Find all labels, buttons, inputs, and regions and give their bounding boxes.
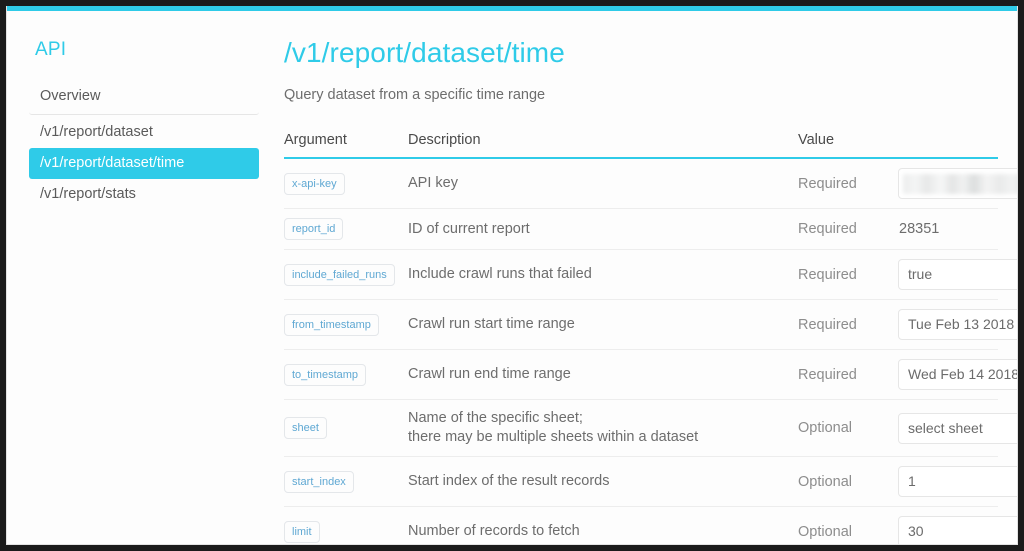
value-input[interactable]: 30 [898,516,1017,544]
description-cell: API key [408,158,798,209]
description-cell: Crawl run end time range [408,350,798,400]
argument-cell: report_id [284,209,408,250]
value-select-label: true [908,266,933,282]
argument-pill: to_timestamp [284,363,367,386]
argument-cell: start_index [284,457,408,507]
description-line: Crawl run end time range [408,366,571,382]
description-line: API key [408,175,458,191]
argument-pill: report_id [284,218,344,240]
requirement-cell: Optional [798,473,853,490]
table-row: to_timestamp Crawl run end time range Requ… [284,350,1017,400]
description-line: Number of records to fetch [408,523,580,539]
table-row: x-api-key API key Required [284,158,1017,209]
description-line: Start index of the result records [408,473,610,489]
value-input[interactable]: 1 [898,466,1017,497]
table-header-row: Argument Description Value [284,132,998,159]
value-cell: 30 [898,507,1017,544]
value-select[interactable]: select sheet▼ [898,412,1017,444]
value-text: 28351 [899,221,940,237]
requirement-cell: Required [798,316,857,333]
argument-pill: limit [284,520,320,543]
page-frame: API Overview/v1/report/dataset/v1/report… [6,6,1018,545]
browser-window: API Overview/v1/report/dataset/v1/report… [0,0,1024,551]
description-cell: Name of the specific sheet; there may be … [408,400,798,457]
argument-pill: from_timestamp [284,313,379,336]
description-line: Include crawl runs that failed [408,266,592,282]
value-cell: select sheet▼ [898,400,1017,457]
sidebar-title: API [35,39,67,60]
sidebar-item-2[interactable]: /v1/report/dataset/time [29,148,259,179]
argument-pill: sheet [284,417,327,439]
sidebar-item-0[interactable]: Overview [29,81,259,115]
page-title: /v1/report/dataset/time [284,37,565,68]
argument-cell: limit [284,507,408,545]
argument-cell: from_timestamp [284,300,408,350]
redacted-value [903,174,1017,194]
value-cell [898,158,1017,209]
requirement-cell: Required [798,266,857,283]
value-cell: true▼ [898,250,1017,300]
description-line: Name of the specific sheet; [408,410,583,426]
column-header-argument: Argument [284,132,408,159]
value-input[interactable]: Wed Feb 14 2018 11:25:39 GMT [898,359,1017,390]
sidebar-item-1[interactable]: /v1/report/dataset [29,117,259,148]
description-cell: Crawl run start time range [408,300,798,350]
requirement-cell: Optional [798,420,853,436]
column-header-value: Value [798,132,998,159]
argument-cell: x-api-key [284,158,408,209]
argument-pill: x-api-key [284,172,345,195]
value-select-label: select sheet [908,419,983,436]
value-cell: 1 [898,457,1017,507]
table-row: report_id ID of current report Required 283… [284,209,998,250]
table-row: from_timestamp Crawl run start time range… [284,300,1017,350]
table-row: start_index Start index of the result rec… [284,457,1017,507]
value-input[interactable]: Tue Feb 13 2018 11:25:39 GMT [898,309,1017,340]
sidebar: API Overview/v1/report/dataset/v1/report… [7,11,279,544]
sidebar-nav-list: Overview/v1/report/dataset/v1/report/dat… [29,81,259,210]
arguments-table: Argument Description Value x-api-key API … [284,132,1017,545]
description-cell: Start index of the result records [408,457,798,507]
sidebar-item-3[interactable]: /v1/report/stats [29,179,259,210]
value-cell: Wed Feb 14 2018 11:25:39 GMT [898,350,1017,400]
value-select[interactable]: true▼ [898,259,1017,290]
description-cell: Number of records to fetch [408,507,798,545]
table-row: include_failed_runs Include crawl runs th… [284,250,1017,300]
column-header-description: Description [408,132,798,159]
api-key-input[interactable] [898,168,1017,199]
value-cell: 28351 [898,209,998,250]
requirement-cell: Required [798,175,857,192]
description-line: Crawl run start time range [408,316,575,332]
description-cell: Include crawl runs that failed [408,250,798,300]
description-line: ID of current report [408,220,530,237]
description-cell: ID of current report [408,209,798,250]
requirement-cell: Required [798,366,857,383]
main-content: /v1/report/dataset/time Query dataset fr… [279,11,1017,545]
table-head: Argument Description Value [284,132,998,159]
table-row: limit Number of records to fetch Optional 3… [284,507,1017,545]
page-description: Query dataset from a specific time range [284,87,546,103]
argument-cell: include_failed_runs [284,250,408,300]
table-body: x-api-key API key Required report_id ID of c… [284,158,1017,545]
requirement-cell: Required [798,221,857,237]
argument-cell: to_timestamp [284,350,408,400]
argument-pill: start_index [284,470,354,493]
requirement-cell: Optional [798,523,853,540]
description-line: there may be multiple sheets within a da… [408,429,699,445]
value-cell: Tue Feb 13 2018 11:25:39 GMT [898,300,1017,350]
table-row: sheet Name of the specific sheet; there ma… [284,400,1017,457]
argument-pill: include_failed_runs [284,263,395,286]
argument-cell: sheet [284,400,408,457]
